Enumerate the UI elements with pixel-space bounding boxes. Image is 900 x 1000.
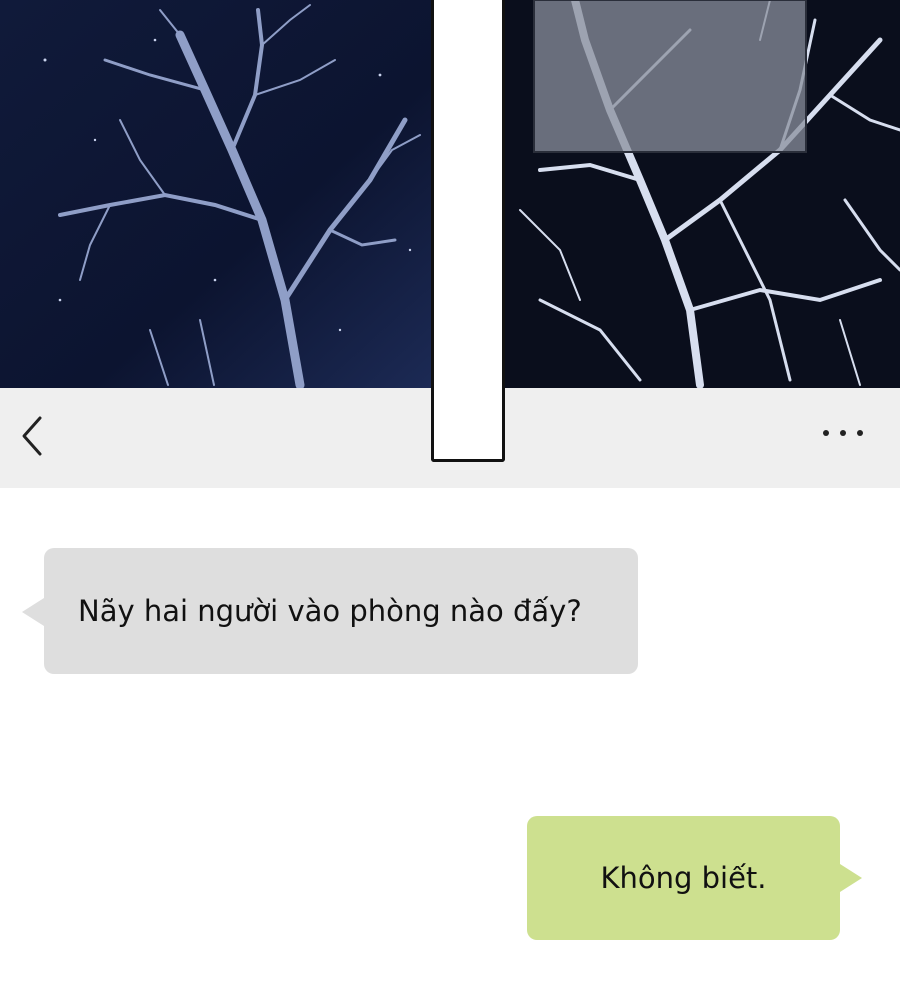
panel-divider-pillar xyxy=(431,0,505,462)
outgoing-message-text: Không biết. xyxy=(600,861,767,895)
incoming-message-text: Nãy hai người vào phòng nào đấy? xyxy=(78,594,582,628)
more-horizontal-icon[interactable] xyxy=(818,418,868,448)
outgoing-message-bubble[interactable]: Không biết. xyxy=(527,816,862,940)
incoming-message-bubble[interactable]: Nãy hai người vào phòng nào đấy? xyxy=(22,548,638,674)
chevron-left-icon[interactable] xyxy=(18,414,48,458)
